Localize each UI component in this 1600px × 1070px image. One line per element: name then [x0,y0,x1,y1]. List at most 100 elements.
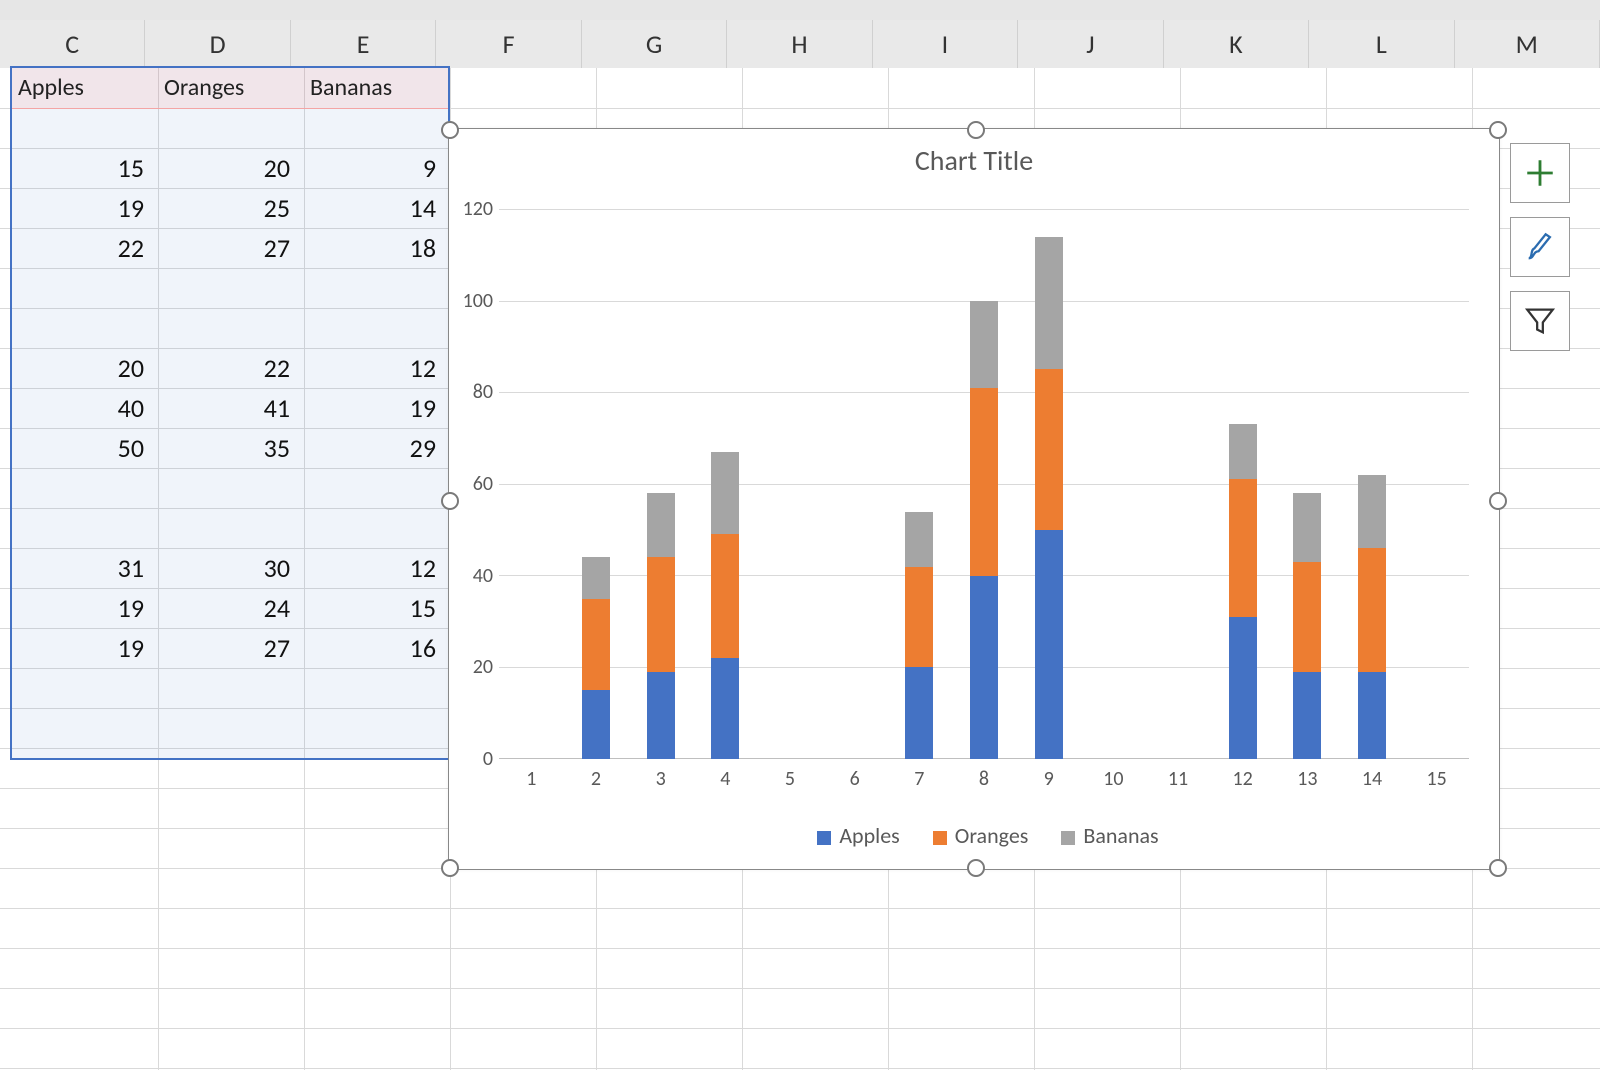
col-header-oranges[interactable]: Oranges [158,68,304,108]
seg-oranges-4[interactable] [711,534,739,658]
bar-3[interactable] [647,493,675,759]
seg-bananas-9[interactable] [1035,237,1063,370]
cell-D-12[interactable]: 30 [158,548,298,588]
chart-side-buttons [1510,143,1574,365]
resize-handle-nw[interactable] [441,121,459,139]
seg-oranges-14[interactable] [1358,548,1386,672]
seg-apples-9[interactable] [1035,530,1063,759]
cell-E-7[interactable]: 12 [304,348,444,388]
seg-bananas-13[interactable] [1293,493,1321,562]
chart-title[interactable]: Chart Title [449,143,1499,178]
bar-8[interactable] [970,301,998,759]
chart-object[interactable]: Chart Title 020406080100120 123456789101… [448,128,1500,870]
seg-apples-4[interactable] [711,658,739,759]
cell-C-2[interactable]: 15 [12,148,152,188]
column-header-I[interactable]: I [873,20,1018,68]
column-header-J[interactable]: J [1018,20,1163,68]
seg-apples-2[interactable] [582,690,610,759]
bar-9[interactable] [1035,237,1063,760]
seg-apples-3[interactable] [647,672,675,759]
cell-D-7[interactable]: 22 [158,348,298,388]
seg-oranges-7[interactable] [905,567,933,668]
cell-D-3[interactable]: 25 [158,188,298,228]
column-header-L[interactable]: L [1309,20,1454,68]
x-tick-13: 13 [1297,767,1317,791]
chart-styles-button[interactable] [1510,217,1570,277]
resize-handle-ne[interactable] [1489,121,1507,139]
col-header-bananas[interactable]: Bananas [304,68,450,108]
bar-2[interactable] [582,557,610,759]
resize-handle-n[interactable] [967,121,985,139]
seg-bananas-14[interactable] [1358,475,1386,548]
column-header-D[interactable]: D [145,20,290,68]
seg-bananas-3[interactable] [647,493,675,557]
cell-D-2[interactable]: 20 [158,148,298,188]
cell-C-14[interactable]: 19 [12,628,152,668]
column-header-K[interactable]: K [1164,20,1309,68]
seg-bananas-8[interactable] [970,301,998,388]
column-header-H[interactable]: H [727,20,872,68]
x-tick-2: 2 [591,767,601,791]
resize-handle-s[interactable] [967,859,985,877]
bar-14[interactable] [1358,475,1386,759]
cell-E-14[interactable]: 16 [304,628,444,668]
column-header-F[interactable]: F [436,20,581,68]
cell-C-3[interactable]: 19 [12,188,152,228]
seg-bananas-7[interactable] [905,512,933,567]
chart-legend[interactable]: Apples Oranges Bananas [449,822,1499,849]
cell-E-2[interactable]: 9 [304,148,444,188]
chart-elements-button[interactable] [1510,143,1570,203]
chart-filter-button[interactable] [1510,291,1570,351]
seg-apples-7[interactable] [905,667,933,759]
seg-apples-8[interactable] [970,576,998,759]
column-header-G[interactable]: G [582,20,727,68]
seg-apples-14[interactable] [1358,672,1386,759]
cell-E-12[interactable]: 12 [304,548,444,588]
cell-E-13[interactable]: 15 [304,588,444,628]
cell-C-13[interactable]: 19 [12,588,152,628]
resize-handle-sw[interactable] [441,859,459,877]
resize-handle-se[interactable] [1489,859,1507,877]
chart-plot-area[interactable]: 020406080100120 123456789101112131415 [499,209,1469,759]
bar-12[interactable] [1229,424,1257,759]
cell-E-9[interactable]: 29 [304,428,444,468]
cell-D-8[interactable]: 41 [158,388,298,428]
cell-E-4[interactable]: 18 [304,228,444,268]
bar-13[interactable] [1293,493,1321,759]
bar-4[interactable] [711,452,739,759]
seg-bananas-12[interactable] [1229,424,1257,479]
cell-D-4[interactable]: 27 [158,228,298,268]
cell-C-8[interactable]: 40 [12,388,152,428]
bar-7[interactable] [905,512,933,760]
cell-D-13[interactable]: 24 [158,588,298,628]
column-header-C[interactable]: C [0,20,145,68]
cell-E-8[interactable]: 19 [304,388,444,428]
seg-oranges-12[interactable] [1229,479,1257,617]
x-tick-15: 15 [1427,767,1447,791]
cell-E-3[interactable]: 14 [304,188,444,228]
seg-oranges-3[interactable] [647,557,675,672]
column-header-E[interactable]: E [291,20,436,68]
cell-D-9[interactable]: 35 [158,428,298,468]
seg-oranges-9[interactable] [1035,369,1063,529]
seg-oranges-13[interactable] [1293,562,1321,672]
seg-apples-12[interactable] [1229,617,1257,759]
cell-C-7[interactable]: 20 [12,348,152,388]
seg-oranges-2[interactable] [582,599,610,691]
legend-swatch-bananas [1061,831,1075,845]
cell-D-14[interactable]: 27 [158,628,298,668]
x-tick-4: 4 [720,767,730,791]
column-header-M[interactable]: M [1455,20,1600,68]
seg-bananas-2[interactable] [582,557,610,598]
cell-C-12[interactable]: 31 [12,548,152,588]
resize-handle-e[interactable] [1489,492,1507,510]
cell-C-4[interactable]: 22 [12,228,152,268]
seg-bananas-4[interactable] [711,452,739,535]
cell-C-9[interactable]: 50 [12,428,152,468]
legend-swatch-oranges [933,831,947,845]
y-tick-40: 40 [473,564,493,588]
col-header-apples[interactable]: Apples [12,68,158,108]
seg-apples-13[interactable] [1293,672,1321,759]
seg-oranges-8[interactable] [970,388,998,576]
worksheet[interactable]: Apples Oranges Bananas 15209192514222718… [0,68,1600,1070]
